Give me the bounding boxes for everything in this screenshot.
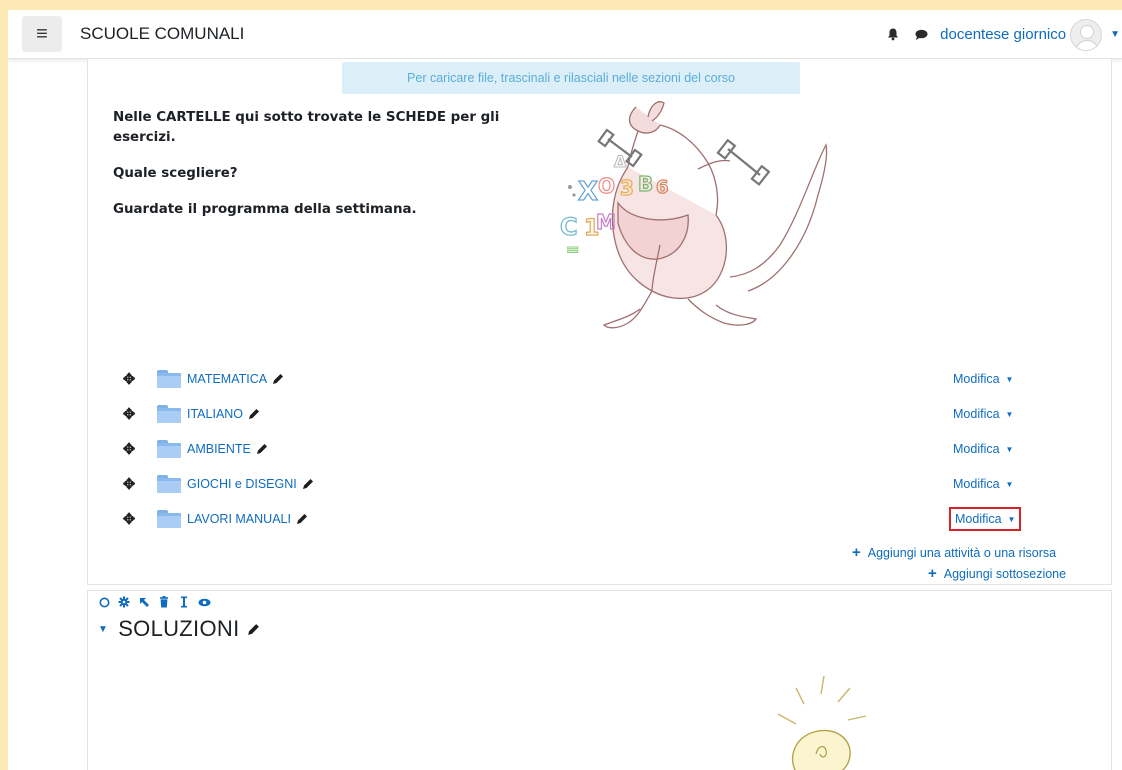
move-icon[interactable]: ✥ (121, 370, 137, 388)
folder-icon (157, 510, 181, 528)
plus-icon: + (928, 565, 937, 582)
pencil-icon[interactable] (247, 622, 261, 636)
activity-ambiente: ✥ AMBIENTE Modifica ▼ (121, 434, 1031, 464)
edit-menu-label: Modifica (953, 407, 1000, 421)
intro-line-1: Nelle CARTELLE qui sotto trovate le SCHE… (113, 110, 500, 145)
section-edit-toolbar (95, 595, 215, 609)
folder-icon (157, 370, 181, 388)
activity-link[interactable]: GIOCHI e DISEGNI (187, 477, 297, 491)
pencil-icon[interactable] (302, 477, 316, 491)
activity-link[interactable]: AMBIENTE (187, 442, 251, 456)
circle-icon[interactable] (95, 595, 113, 609)
folder-icon (157, 440, 181, 458)
move-icon[interactable]: ✥ (121, 440, 137, 458)
caret-down-icon: ▼ (1005, 479, 1014, 489)
caret-down-icon: ▼ (1007, 514, 1016, 524)
hamburger-icon[interactable]: ≡ (22, 16, 62, 52)
edit-menu-button[interactable]: Modifica ▼ (949, 404, 1017, 424)
chat-bubble-icon[interactable] (910, 24, 932, 46)
activity-matematica: ✥ MATEMATICA Modifica ▼ (121, 364, 1031, 394)
edit-menu-label: Modifica (953, 442, 1000, 456)
svg-text:3: 3 (620, 176, 634, 200)
activity-giochi-disegni: ✥ GIOCHI e DISEGNI Modifica ▼ (121, 469, 1031, 499)
file-dropzone-hint[interactable]: Per caricare file, trascinali e rilascia… (342, 62, 800, 94)
add-activity-link[interactable]: + Aggiungi una attività o una risorsa (852, 544, 1056, 561)
svg-text:Δ: Δ (614, 152, 627, 171)
site-name[interactable]: SCUOLE COMUNALI (80, 24, 244, 44)
arrow-up-left-icon[interactable] (135, 595, 153, 609)
activity-link[interactable]: LAVORI MANUALI (187, 512, 291, 526)
activity-link[interactable]: ITALIANO (187, 407, 243, 421)
caret-down-icon: ▼ (1005, 374, 1014, 384)
pencil-icon[interactable] (248, 407, 262, 421)
add-activity-label: Aggiungi una attività o una risorsa (867, 545, 1057, 560)
pencil-icon[interactable] (256, 442, 270, 456)
caret-down-icon: ▼ (1005, 409, 1014, 419)
svg-text:O: O (598, 174, 615, 198)
edit-menu-button[interactable]: Modifica ▼ (949, 474, 1017, 494)
edit-menu-button[interactable]: Modifica ▼ (949, 369, 1017, 389)
svg-text:B: B (638, 172, 653, 196)
activity-link[interactable]: MATEMATICA (187, 372, 267, 386)
section-title: ▼ SOLUZIONI (98, 616, 261, 642)
kangaroo-illustration: X O 3 B 6 C 1 M = Δ (559, 101, 828, 329)
move-vertical-icon[interactable] (175, 595, 193, 609)
folder-icon (157, 475, 181, 493)
edit-menu-button[interactable]: Modifica ▼ (949, 439, 1017, 459)
user-menu-caret-icon[interactable]: ▼ (1110, 29, 1120, 40)
section-summary: Nelle CARTELLE qui sotto trovate le SCHE… (113, 108, 513, 236)
user-menu-area: docentese giornico ▼ (882, 10, 1122, 59)
edit-menu-label: Modifica (953, 477, 1000, 491)
add-subsection-link[interactable]: + Aggiungi sottosezione (928, 565, 1066, 582)
move-icon[interactable]: ✥ (121, 475, 137, 493)
caret-down-icon: ▼ (1005, 444, 1014, 454)
pencil-icon[interactable] (272, 372, 286, 386)
activity-lavori-manuali: ✥ LAVORI MANUALI Modifica ▼ (121, 504, 1031, 534)
svg-text:M: M (596, 210, 616, 234)
move-icon[interactable]: ✥ (121, 405, 137, 423)
add-subsection-label: Aggiungi sottosezione (943, 566, 1067, 581)
svg-text:=: = (566, 240, 579, 259)
browser-frame: ≡ SCUOLE COMUNALI docentese giornico ▼ P… (8, 10, 1122, 770)
gear-icon[interactable] (115, 595, 133, 609)
bell-icon[interactable] (882, 24, 904, 46)
intro-line-2: Quale scegliere? (113, 166, 238, 181)
intro-line-3: Guardate il programma della settimana. (113, 202, 417, 217)
activity-italiano: ✥ ITALIANO Modifica ▼ (121, 399, 1031, 429)
plus-icon: + (852, 544, 861, 561)
folder-icon (157, 405, 181, 423)
user-avatar-icon[interactable] (1070, 18, 1103, 51)
move-icon[interactable]: ✥ (121, 510, 137, 528)
svg-text:X: X (578, 177, 598, 207)
edit-menu-button-highlighted[interactable]: Modifica ▼ (949, 507, 1022, 531)
svg-text:6: 6 (656, 177, 669, 198)
edit-menu-label: Modifica (953, 372, 1000, 386)
top-navbar: ≡ SCUOLE COMUNALI docentese giornico ▼ (8, 10, 1122, 59)
section-title-text[interactable]: SOLUZIONI (118, 616, 239, 642)
eye-icon[interactable] (195, 595, 213, 609)
edit-menu-label: Modifica (955, 512, 1002, 526)
user-name[interactable]: docentese giornico (940, 26, 1066, 43)
svg-text:C: C (560, 213, 578, 241)
trash-icon[interactable] (155, 595, 173, 609)
pencil-icon[interactable] (296, 512, 310, 526)
collapse-caret-icon[interactable]: ▼ (98, 624, 108, 635)
lightbulb-illustration (777, 675, 867, 770)
